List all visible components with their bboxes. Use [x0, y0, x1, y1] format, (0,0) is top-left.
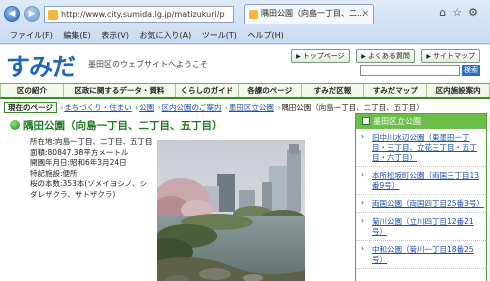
search-input[interactable]: [360, 65, 460, 76]
page-title-text: 隅田公園（向島一丁目、二丁目、五丁目）: [23, 120, 223, 132]
search-button[interactable]: 検索: [462, 65, 480, 76]
arrow-icon: ▶: [296, 53, 301, 60]
tab-title: 隅田公園（向島一丁目、二...: [261, 9, 365, 18]
breadcrumb-separator: ›: [277, 103, 281, 112]
address-label: 所在地:: [30, 137, 56, 146]
gnav-about[interactable]: 区の紹介: [0, 84, 64, 97]
sidebar-item-honjo-matsuzaka[interactable]: 本所松坂町公園（両国三丁目13番9号）: [356, 167, 486, 195]
sidebar-item-chuwa[interactable]: 中和公園（菊川一丁目18番25号）: [356, 241, 486, 269]
sitemap-label: サイトマップ: [433, 52, 475, 60]
breadcrumb-link-park-guide[interactable]: 区内公園のご案内: [162, 103, 222, 112]
site-favicon-icon: [48, 10, 58, 20]
window-controls: ⌂☆⚙: [439, 6, 484, 19]
gnav-map[interactable]: すみだマップ: [364, 84, 428, 97]
info-opened: 開園年月日:昭和6年3月24日: [30, 158, 127, 167]
address-bar[interactable]: http://www.city.sumida.lg.jp/matizukuri/…: [44, 6, 234, 23]
page-title: 隅田公園（向島一丁目、二丁目、五丁目）: [10, 118, 223, 133]
info-address: 所在地:向島一丁目、二丁目、五丁目: [30, 137, 154, 148]
global-nav: 区の紹介 区政に関するデータ・資料 くらしのガイド 各課のページ すみだ区報 す…: [0, 83, 490, 99]
menu-tools[interactable]: ツール(T): [198, 28, 241, 43]
breadcrumb: 現在のページ ›まちづくり・住まい ›公園 ›区内公園のご案内 ›墨田区立公園 …: [0, 102, 490, 113]
info-area: 面積:80847.38平方メートル: [30, 147, 129, 157]
green-circle-icon: [10, 120, 20, 130]
menu-view[interactable]: 表示(V): [97, 28, 133, 43]
sidebar-item-ryogoku[interactable]: 両国公園（両国四丁目25番3号）: [356, 195, 486, 213]
breadcrumb-separator: ›: [157, 103, 161, 112]
sidebar-item-kikukawa[interactable]: 菊川公園（立川四丁目12番21号）: [356, 213, 486, 241]
breadcrumb-separator: ›: [60, 103, 64, 112]
faq-label: よくある質問: [367, 52, 410, 60]
info-trees: 桜の本数:353本(ソメイヨシノ、シダレザクラ、サトザクラ): [30, 179, 148, 199]
arrow-icon: ▶: [361, 53, 366, 60]
breadcrumb-link-city-parks[interactable]: 墨田区立公園: [229, 103, 274, 112]
park-photo-image: [157, 140, 305, 281]
menu-favorites[interactable]: お気に入り(A): [136, 28, 196, 43]
square-icon: [362, 117, 370, 125]
back-button[interactable]: ◀: [4, 6, 20, 22]
gnav-departments[interactable]: 各課のページ: [239, 84, 302, 97]
breadcrumb-separator: ›: [224, 103, 228, 112]
breadcrumb-separator: ›: [135, 103, 139, 112]
sidebar-park-list: 墨田区立公園 旧中川水辺公園（東墨田一丁目・三丁目、立花三丁目・五丁目・六丁目）…: [355, 113, 487, 281]
breadcrumb-link-parks[interactable]: 公園: [139, 103, 154, 112]
gear-icon[interactable]: ⚙: [468, 6, 484, 19]
gnav-newsletter[interactable]: すみだ区報: [302, 84, 365, 97]
top-page-link[interactable]: ▶ トップページ: [291, 49, 350, 63]
address-url: http://www.city.sumida.lg.jp/matizukuri/…: [61, 10, 225, 19]
breadcrumb-current: 隅田公園（向島一丁目、二丁目、五丁目）: [281, 103, 424, 112]
browser-chrome: ◀ ▶ http://www.city.sumida.lg.jp/matizuk…: [0, 0, 490, 44]
sidebar-title: 墨田区立公園: [373, 117, 421, 126]
sidebar-header: 墨田区立公園: [356, 114, 486, 129]
menu-file[interactable]: ファイル(F): [0, 28, 57, 43]
park-photo: [157, 140, 305, 281]
menu-help[interactable]: ヘルプ(H): [243, 28, 287, 43]
site-logo[interactable]: すみだ: [6, 47, 76, 82]
gnav-life-guide[interactable]: くらしのガイド: [176, 84, 239, 97]
menu-edit[interactable]: 編集(E): [59, 28, 94, 43]
breadcrumb-here-label: 現在のページ: [4, 102, 57, 113]
gnav-facilities[interactable]: 区内施設案内: [427, 84, 490, 97]
web-page: すみだ 墨田区のウェブサイトへようこそ ▶ トップページ ▶ よくある質問 ▶ サイト…: [0, 45, 490, 281]
faq-link[interactable]: ▶ よくある質問: [356, 49, 415, 63]
home-icon[interactable]: ⌂: [439, 6, 452, 19]
forward-button[interactable]: ▶: [24, 6, 40, 22]
arrow-icon: ▶: [426, 53, 431, 60]
sidebar-item-kyunakagawa[interactable]: 旧中川水辺公園（東墨田一丁目・三丁目、立花三丁目・五丁目・六丁目）: [356, 129, 486, 167]
star-icon[interactable]: ☆: [452, 6, 468, 19]
address-value: 向島一丁目、二丁目、五丁目: [55, 137, 153, 146]
top-page-label: トップページ: [302, 52, 345, 60]
site-search: 検索: [360, 65, 480, 76]
site-tagline: 墨田区のウェブサイトへようこそ: [88, 60, 208, 69]
sitemap-link[interactable]: ▶ サイトマップ: [421, 49, 480, 63]
browser-tab[interactable]: 隅田公園（向島一丁目、二... ×: [244, 4, 374, 24]
top-links: ▶ トップページ ▶ よくある質問 ▶ サイトマップ: [287, 49, 480, 63]
menu-bar: ファイル(F) 編集(E) 表示(V) お気に入り(A) ツール(T) ヘルプ(…: [0, 28, 490, 43]
park-info: 所在地:向島一丁目、二丁目、五丁目 面積:80847.38平方メートル 開園年月…: [30, 137, 154, 200]
gnav-data[interactable]: 区政に関するデータ・資料: [64, 84, 177, 97]
tab-favicon-icon: [249, 10, 258, 19]
breadcrumb-link-town[interactable]: まちづくり・住まい: [64, 103, 132, 112]
info-facilities: 特記施設:便所: [30, 168, 78, 178]
close-icon[interactable]: ×: [361, 5, 369, 23]
